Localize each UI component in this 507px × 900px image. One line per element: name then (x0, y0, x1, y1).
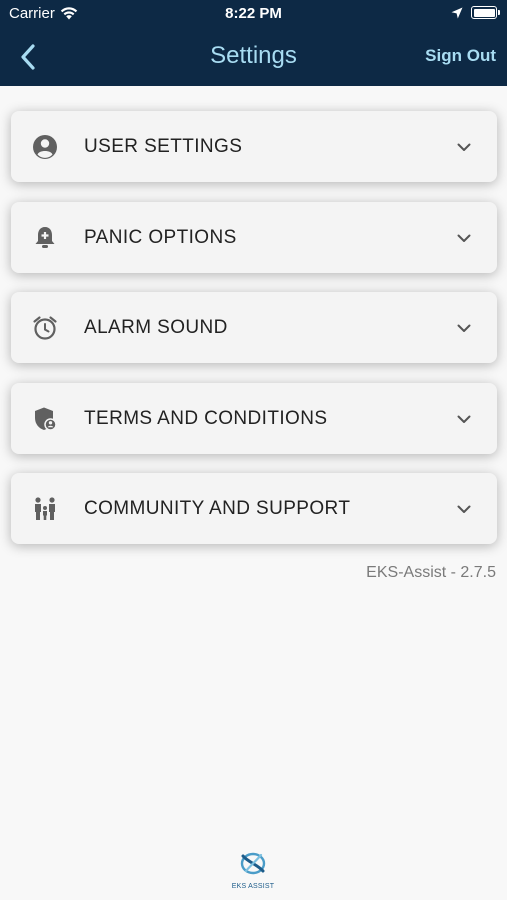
community-and-support-item[interactable]: COMMUNITY AND SUPPORT (11, 473, 497, 544)
eks-assist-logo: EKS ASSIST (228, 850, 278, 890)
user-settings-label: USER SETTINGS (84, 136, 243, 157)
nav-bar: Settings Sign Out (0, 30, 507, 82)
alarm-sound-item[interactable]: ALARM SOUND (11, 292, 497, 363)
status-right-group (451, 6, 500, 19)
logo-text: EKS ASSIST (231, 883, 275, 890)
user-circle-icon (33, 135, 57, 159)
settings-list: USER SETTINGS PANIC OPTIONS ALARM SOUND (11, 111, 497, 564)
alarm-clock-icon (33, 316, 57, 340)
eks-assist-logo-icon (240, 852, 266, 875)
bell-plus-icon (35, 226, 55, 248)
chevron-down-icon (457, 143, 471, 151)
status-time: 8:22 PM (225, 5, 282, 22)
app-version: EKS-Assist - 2.7.5 (366, 564, 496, 581)
chevron-down-icon (457, 234, 471, 242)
alarm-sound-label: ALARM SOUND (84, 317, 228, 338)
panic-options-item[interactable]: PANIC OPTIONS (11, 201, 497, 273)
terms-and-conditions-item[interactable]: TERMS AND CONDITIONS (11, 382, 497, 454)
terms-and-conditions-label: TERMS AND CONDITIONS (84, 407, 328, 429)
user-settings-item[interactable]: USER SETTINGS (11, 111, 497, 182)
chevron-down-icon (457, 324, 471, 332)
battery-icon (471, 6, 500, 19)
chevron-down-icon (457, 415, 471, 423)
community-and-support-label: COMMUNITY AND SUPPORT (84, 498, 351, 519)
location-arrow-icon (451, 7, 463, 18)
chevron-down-icon (457, 505, 471, 513)
panic-options-label: PANIC OPTIONS (84, 226, 237, 248)
top-bar: Carrier 8:22 PM Settings Sign Out (0, 0, 507, 86)
status-bar: Carrier 8:22 PM (0, 0, 507, 28)
sign-out-button[interactable]: Sign Out (425, 46, 496, 66)
shield-user-icon (35, 407, 57, 431)
family-icon (35, 497, 55, 520)
